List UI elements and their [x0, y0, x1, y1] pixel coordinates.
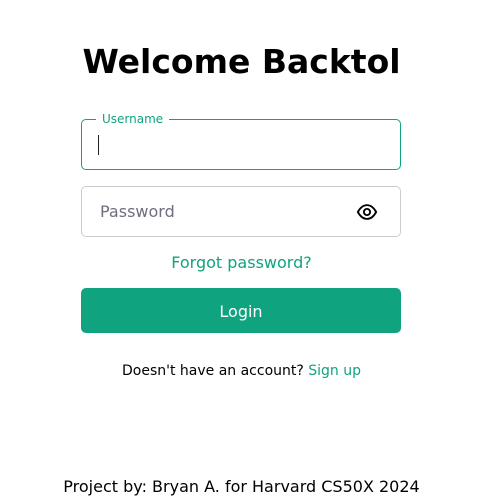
footer-credit: Project by: Bryan A. for Harvard CS50X 2…	[63, 477, 420, 496]
login-button[interactable]: Login	[81, 288, 401, 333]
eye-icon[interactable]	[356, 201, 378, 223]
username-input[interactable]	[100, 120, 350, 169]
signup-link[interactable]: Sign up	[308, 363, 361, 379]
password-input[interactable]	[100, 187, 350, 236]
forgot-password-link[interactable]: Forgot password?	[0, 253, 483, 273]
signup-row: Doesn't have an account? Sign up	[0, 362, 483, 380]
login-page: Welcome Backtol Username Forgot password…	[0, 0, 483, 503]
username-field[interactable]: Username	[81, 110, 401, 170]
password-field[interactable]	[81, 186, 401, 237]
page-title: Welcome Backtol	[82, 42, 401, 81]
text-cursor	[98, 135, 99, 155]
signup-prompt: Doesn't have an account?	[121, 363, 304, 379]
